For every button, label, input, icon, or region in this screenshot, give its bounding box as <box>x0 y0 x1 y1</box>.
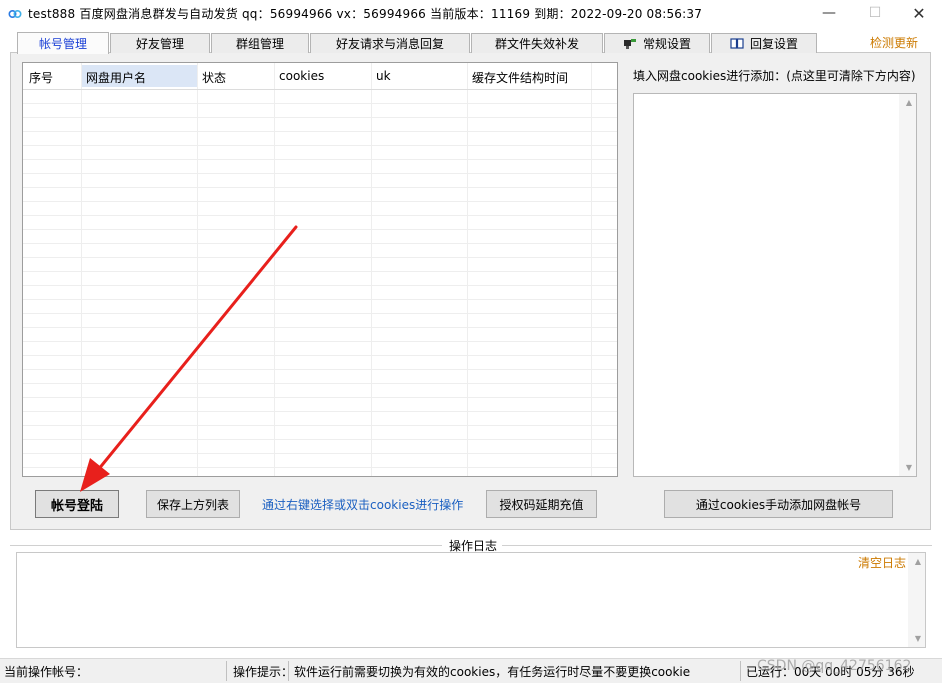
operation-log-box[interactable]: ▲ ▼ <box>16 552 926 648</box>
column-header-uk[interactable]: uk <box>376 69 391 83</box>
tab-group-file-resend[interactable]: 群文件失效补发 <box>471 33 603 53</box>
scroll-up-icon[interactable]: ▲ <box>906 98 912 107</box>
tab-friend-requests[interactable]: 好友请求与消息回复 <box>310 33 470 53</box>
tip-label: 操作提示： <box>233 665 294 679</box>
maximize-button[interactable]: ☐ <box>852 0 898 26</box>
close-button[interactable]: ✕ <box>896 0 942 26</box>
cookie-textarea[interactable]: ▲ ▼ <box>633 93 917 477</box>
tab-label: 帐号管理 <box>38 37 87 51</box>
tab-group-management[interactable]: 群组管理 <box>211 33 309 53</box>
column-header-index[interactable]: 序号 <box>29 69 53 86</box>
column-header-status[interactable]: 状态 <box>202 69 226 86</box>
window-title: test888 百度网盘消息群发与自动发货 qq：56994966 vx：569… <box>28 7 703 21</box>
add-account-by-cookie-button[interactable]: 通过cookies手动添加网盘帐号 <box>664 490 893 518</box>
scroll-down-icon[interactable]: ▼ <box>906 463 912 472</box>
tab-label: 常规设置 <box>642 37 691 51</box>
cookie-input-label[interactable]: 填入网盘cookies进行添加：(点这里可清除下方内容) <box>633 67 916 84</box>
book-icon <box>730 38 744 49</box>
table-operation-hint: 通过右键选择或双击cookies进行操作 <box>262 498 464 512</box>
title-bar: test888 百度网盘消息群发与自动发货 qq：56994966 vx：569… <box>0 0 942 26</box>
account-login-button[interactable]: 帐号登陆 <box>35 490 119 518</box>
cookie-scrollbar[interactable]: ▲ ▼ <box>899 94 916 476</box>
extend-license-button[interactable]: 授权码延期充值 <box>486 490 597 518</box>
tab-label: 群组管理 <box>235 37 284 51</box>
scroll-down-icon[interactable]: ▼ <box>915 634 921 643</box>
tab-account-management[interactable]: 帐号管理 <box>17 32 109 54</box>
save-list-button[interactable]: 保存上方列表 <box>146 490 240 518</box>
column-header-username[interactable]: 网盘用户名 <box>86 69 146 86</box>
current-account-label: 当前操作帐号： <box>4 665 89 679</box>
watermark: CSDN @qq_42756162 <box>757 658 912 674</box>
tab-label: 回复设置 <box>749 37 798 51</box>
tip-text: 软件运行前需要切换为有效的cookies，有任务运行时尽量不要更换cookie <box>294 665 691 679</box>
check-update-link[interactable]: 检测更新 <box>870 34 918 51</box>
tab-label: 群文件失效补发 <box>494 37 579 51</box>
app-cloud-icon <box>8 10 22 19</box>
tab-friend-management[interactable]: 好友管理 <box>110 33 210 53</box>
clear-log-link[interactable]: 清空日志 <box>858 554 906 571</box>
settings-tools-icon <box>623 39 636 49</box>
account-table[interactable]: 序号 网盘用户名 状态 cookies uk 缓存文件结构时间 <box>22 62 618 477</box>
tab-label: 好友请求与消息回复 <box>335 37 444 51</box>
tab-general-settings[interactable]: 常规设置 <box>604 33 710 53</box>
tab-reply-settings[interactable]: 回复设置 <box>711 33 817 53</box>
tab-label: 好友管理 <box>135 37 184 51</box>
scroll-up-icon[interactable]: ▲ <box>915 557 921 566</box>
column-header-cache-time[interactable]: 缓存文件结构时间 <box>472 69 568 86</box>
column-header-cookies[interactable]: cookies <box>279 69 324 83</box>
minimize-button[interactable]: — <box>806 0 852 26</box>
log-scrollbar[interactable]: ▲ ▼ <box>908 553 925 647</box>
